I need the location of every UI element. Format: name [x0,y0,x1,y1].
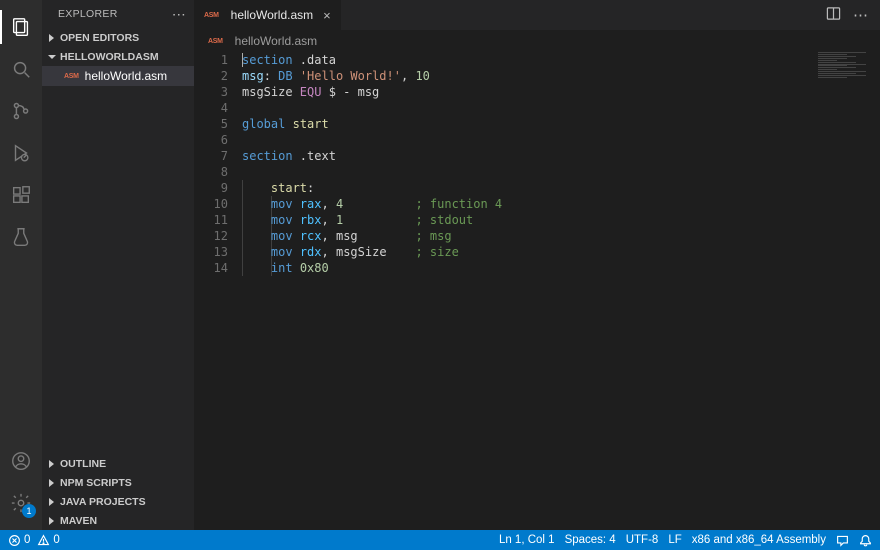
settings-badge: 1 [22,504,36,518]
activity-run[interactable] [0,132,42,174]
line-gutter: 123 456 789 101112 1314 [194,52,242,530]
activity-extensions[interactable] [0,174,42,216]
section-java-projects[interactable]: JAVA PROJECTS [42,492,194,511]
status-bar: 0 0 Ln 1, Col 1 Spaces: 4 UTF-8 LF x86 a… [0,530,880,550]
section-open-editors[interactable]: OPEN EDITORS [42,28,194,47]
sidebar: EXPLORER ⋯ OPEN EDITORS HELLOWORLDASM AS… [42,0,194,530]
editor-more-icon[interactable]: ⋯ [853,6,868,24]
activity-bar: 1 [0,0,42,530]
status-problems[interactable]: 0 0 [8,534,60,547]
status-feedback-icon[interactable] [836,534,849,547]
asm-file-icon: ASM [204,12,219,19]
file-helloworld-asm[interactable]: ASM helloWorld.asm [42,66,194,86]
sidebar-more-icon[interactable]: ⋯ [172,6,186,23]
asm-file-icon: ASM [64,73,79,80]
close-icon[interactable]: × [323,8,331,23]
file-name-label: helloWorld.asm [85,69,167,83]
split-editor-icon[interactable] [826,6,841,24]
code-editor[interactable]: 123 456 789 101112 1314 section .data ms… [194,52,880,530]
sidebar-header: EXPLORER ⋯ [42,0,194,28]
editor-area: ASM helloWorld.asm × ⋯ ASM helloWorld.as… [194,0,880,530]
section-npm-scripts[interactable]: NPM SCRIPTS [42,473,194,492]
code-lines[interactable]: section .data msg: DB 'Hello World!', 10… [242,52,880,530]
activity-testing[interactable] [0,216,42,258]
status-language[interactable]: x86 and x86_64 Assembly [692,534,826,546]
section-outline[interactable]: OUTLINE [42,454,194,473]
asm-file-icon: ASM [208,38,223,45]
minimap[interactable] [818,52,866,78]
breadcrumb-file: helloWorld.asm [235,34,317,48]
status-eol[interactable]: LF [668,534,681,546]
text-cursor [242,53,243,67]
status-encoding[interactable]: UTF-8 [626,534,659,546]
tab-label: helloWorld.asm [231,8,313,22]
activity-explorer[interactable] [0,6,42,48]
section-maven[interactable]: MAVEN [42,511,194,530]
sidebar-title: EXPLORER [58,8,118,20]
tab-helloworld-asm[interactable]: ASM helloWorld.asm × [194,0,342,30]
status-indentation[interactable]: Spaces: 4 [565,534,616,546]
activity-search[interactable] [0,48,42,90]
activity-accounts[interactable] [0,440,42,482]
tab-bar: ASM helloWorld.asm × ⋯ [194,0,880,30]
breadcrumb[interactable]: ASM helloWorld.asm [194,30,880,52]
activity-source-control[interactable] [0,90,42,132]
section-project[interactable]: HELLOWORLDASM [42,47,194,66]
status-cursor-position[interactable]: Ln 1, Col 1 [499,534,555,546]
activity-settings[interactable]: 1 [0,482,42,524]
status-bell-icon[interactable] [859,534,872,547]
